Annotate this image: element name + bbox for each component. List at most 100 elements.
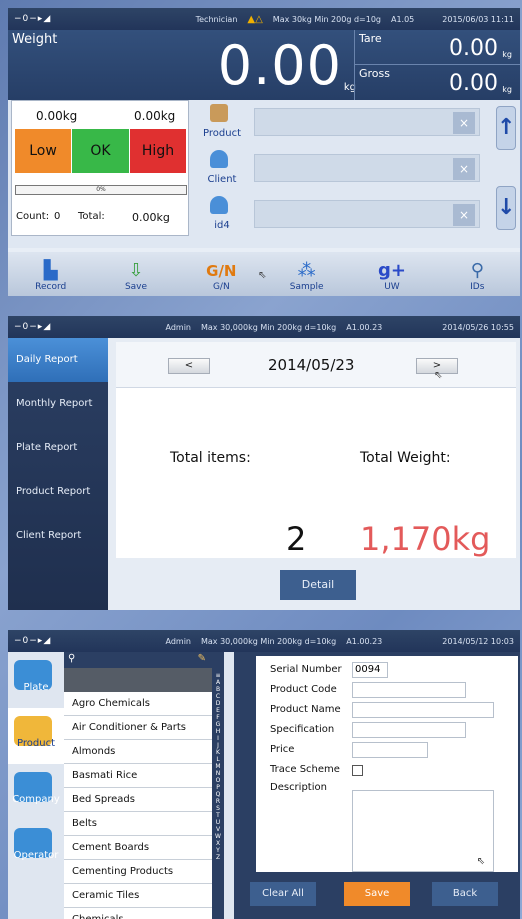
progress-text: 0% [96, 186, 106, 193]
ids-button[interactable]: ⚲ IDs [435, 252, 520, 296]
status-datetime: 2015/06/03 11:11 [442, 14, 514, 24]
product-name-field[interactable] [352, 702, 494, 718]
category-company[interactable]: Company [8, 764, 64, 820]
id4-input[interactable]: × [254, 200, 480, 228]
search-icon[interactable]: ⚲ [68, 653, 75, 664]
back-button[interactable]: Back [432, 882, 498, 906]
list-item[interactable]: Air Conditioner & Parts [64, 716, 212, 740]
serial-label: Serial Number [270, 664, 342, 675]
field-row-client: Client × [198, 148, 488, 188]
list-item[interactable]: Cementing Products [64, 860, 212, 884]
check-panel: 0.00kg 0.00kg Low OK High 0% Count: 0 To… [8, 100, 520, 248]
total-label: Total: [78, 211, 105, 222]
id-fields: Product × Client × id4 × [198, 100, 496, 236]
category-operator[interactable]: Operator [8, 820, 64, 876]
clear-all-button[interactable]: Clear All [250, 882, 316, 906]
status-datetime: 2014/05/12 10:03 [442, 636, 514, 646]
product-name-label: Product Name [270, 704, 341, 715]
low-indicator: Low [15, 129, 71, 173]
sample-label: Sample [289, 282, 324, 292]
field-row-id4: id4 × [198, 194, 488, 234]
trace-scheme-checkbox[interactable] [352, 765, 363, 776]
list-item[interactable]: Cement Boards [64, 836, 212, 860]
record-label: Record [35, 282, 67, 292]
status-capacity: Max 30,000kg Min 200kg d=10kg [201, 322, 337, 332]
list-item[interactable]: Agro Chemicals [64, 692, 212, 716]
menu-monthly-report[interactable]: Monthly Report [8, 382, 108, 426]
low-limit[interactable]: 0.00kg [36, 109, 77, 123]
edit-icon[interactable]: ✎ [198, 653, 206, 664]
uw-button[interactable]: g+ UW [349, 252, 434, 296]
clear-icon[interactable]: × [453, 112, 475, 134]
product-screen: −0−▸◢ Admin Max 30,000kg Min 200kg d=10k… [8, 630, 520, 919]
save-button[interactable]: Save [344, 882, 410, 906]
list-item[interactable]: Almonds [64, 740, 212, 764]
total-items-label: Total items: [170, 450, 251, 466]
checkweigh-box: 0.00kg 0.00kg Low OK High 0% Count: 0 To… [11, 100, 189, 236]
save-icon: ⇩ [128, 260, 144, 281]
report-menu: Daily Report Monthly Report Plate Report… [8, 338, 108, 610]
list-item[interactable]: Chemicals [64, 908, 212, 919]
total-items-value: 2 [286, 520, 307, 558]
tare-value: 0.00 [449, 36, 498, 61]
weighing-screen: −0−▸◢ Technician ▲△ Max 30kg Min 200g d=… [8, 8, 520, 296]
bottom-toolbar: ▙ Record ⇩ Save G/N G/N ⁂ Sample g+ UW ⚲… [8, 252, 520, 296]
status-user: Admin [165, 636, 192, 646]
category-product[interactable]: Product [8, 708, 64, 764]
list-selected-row[interactable] [64, 668, 212, 692]
weight-value: 0.00 [217, 34, 342, 97]
client-input[interactable]: × [254, 154, 480, 182]
list-item[interactable]: Ceramic Tiles [64, 884, 212, 908]
category-plate[interactable]: Plate [8, 652, 64, 708]
gn-label: G/N [212, 282, 230, 292]
list-search-bar[interactable]: ⚲ ✎ [64, 652, 212, 668]
field-label: id4 [214, 220, 230, 231]
high-indicator: High [130, 129, 186, 173]
status-version: A1.00.23 [346, 636, 383, 646]
alphabet-index[interactable]: ≡ A B C D E F G H I J K L M N O P Q R S … [212, 652, 224, 919]
specification-field[interactable] [352, 722, 466, 738]
progress-bar: 0% [15, 185, 187, 195]
scroll-up-button[interactable]: ↑ [496, 106, 516, 150]
product-icon [210, 104, 228, 122]
status-capacity: Max 30kg Min 200g d=10g [272, 14, 381, 24]
gn-button[interactable]: G/N G/N [179, 252, 264, 296]
ok-indicator: OK [72, 129, 129, 173]
serial-field[interactable]: 0094 [352, 662, 388, 678]
status-bar: −0−▸◢ Admin Max 30,000kg Min 200kg d=10k… [8, 316, 520, 338]
record-button[interactable]: ▙ Record [8, 252, 93, 296]
list-item[interactable]: Basmati Rice [64, 764, 212, 788]
sample-button[interactable]: ⁂ Sample [264, 252, 349, 296]
menu-daily-report[interactable]: Daily Report [8, 338, 108, 382]
save-button[interactable]: ⇩ Save [93, 252, 178, 296]
date-navigator: < 2014/05/23 > ⇖ [116, 342, 516, 388]
ids-label: IDs [470, 282, 485, 292]
clear-icon[interactable]: × [453, 158, 475, 180]
list-item[interactable]: Belts [64, 812, 212, 836]
scroll-down-button[interactable]: ↓ [496, 186, 516, 230]
weight-label: Weight [12, 32, 58, 47]
price-field[interactable] [352, 742, 428, 758]
prev-date-button[interactable]: < [168, 358, 210, 374]
menu-product-report[interactable]: Product Report [8, 470, 108, 514]
product-code-field[interactable] [352, 682, 466, 698]
high-limit[interactable]: 0.00kg [134, 109, 175, 123]
list-item[interactable]: Bed Spreads [64, 788, 212, 812]
category-label: Plate [23, 682, 49, 693]
count-value: 0 [54, 211, 61, 222]
total-value: 0.00kg [132, 211, 170, 224]
specification-label: Specification [270, 724, 335, 735]
category-label: Product [17, 738, 55, 749]
id-icon [210, 196, 228, 214]
uw-label: UW [384, 282, 400, 292]
category-sidebar: Plate Product Company Operator [8, 652, 64, 919]
clear-icon[interactable]: × [453, 204, 475, 226]
detail-button[interactable]: Detail [280, 570, 356, 600]
sample-icon: ⁂ [297, 260, 316, 281]
menu-plate-report[interactable]: Plate Report [8, 426, 108, 470]
tare-unit: kg [502, 50, 512, 59]
description-field[interactable]: ⇖ [352, 790, 494, 872]
product-code-label: Product Code [270, 684, 337, 695]
product-input[interactable]: × [254, 108, 480, 136]
menu-client-report[interactable]: Client Report [8, 514, 108, 558]
